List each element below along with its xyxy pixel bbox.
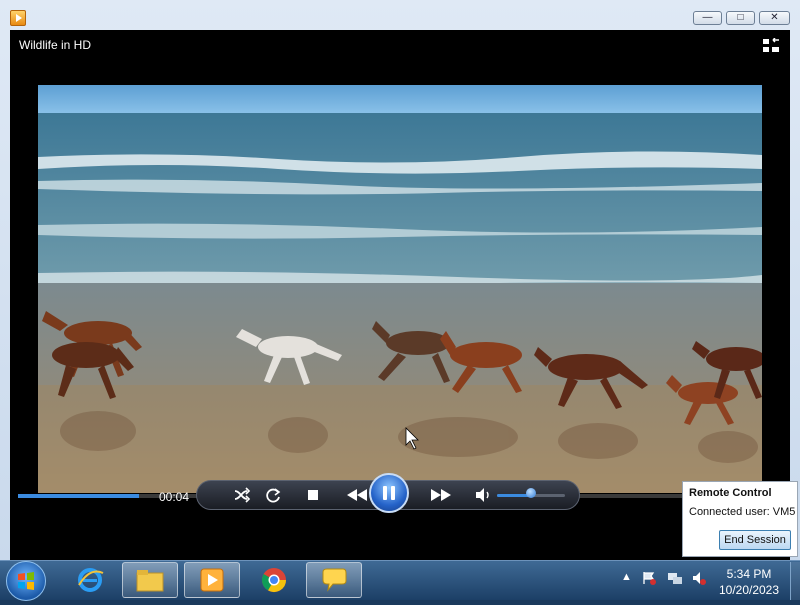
media-player-app-icon	[10, 10, 26, 26]
repeat-icon[interactable]	[263, 484, 283, 506]
maximize-button[interactable]: □	[726, 11, 755, 25]
remote-control-title: Remote Control	[689, 487, 772, 499]
volume-knob[interactable]	[526, 488, 536, 498]
clock-date: 10/20/2023	[718, 583, 780, 597]
window-titlebar[interactable]: — □ ✕	[0, 0, 800, 30]
taskbar-file-explorer[interactable]	[122, 562, 178, 598]
taskbar-internet-explorer[interactable]	[62, 562, 118, 598]
chat-icon	[322, 568, 347, 592]
taskbar-media-player[interactable]	[184, 562, 240, 598]
taskbar-chrome[interactable]	[246, 562, 302, 598]
end-session-button[interactable]: End Session	[719, 530, 791, 550]
show-desktop-button[interactable]	[790, 562, 800, 600]
clock-time: 5:34 PM	[726, 567, 772, 581]
action-center-flag-icon[interactable]	[641, 570, 657, 586]
pause-button[interactable]	[369, 473, 409, 513]
chrome-icon	[261, 568, 286, 593]
previous-icon[interactable]	[344, 484, 370, 506]
start-button[interactable]	[6, 561, 46, 601]
internet-explorer-icon	[78, 568, 104, 592]
stop-icon[interactable]	[304, 484, 322, 506]
switch-to-library-icon[interactable]	[762, 38, 780, 54]
file-explorer-icon	[136, 570, 164, 592]
taskbar-chat[interactable]	[306, 562, 362, 598]
remote-control-popup: Remote Control Connected user: VM5 End S…	[682, 481, 798, 557]
elapsed-time: 00:04	[159, 490, 190, 504]
volume-muted-icon[interactable]	[691, 570, 707, 586]
volume-icon[interactable]	[473, 484, 493, 506]
connected-user-label: Connected user: VM5	[689, 506, 796, 518]
media-player-window: — □ ✕ Wildlife in HD 00:04	[0, 0, 800, 560]
next-icon[interactable]	[428, 484, 454, 506]
minimize-button[interactable]: —	[693, 11, 722, 25]
windows-logo-icon	[18, 572, 34, 590]
close-button[interactable]: ✕	[759, 11, 790, 25]
video-title: Wildlife in HD	[19, 38, 92, 52]
video-frame[interactable]	[38, 85, 762, 493]
seek-progress	[18, 494, 139, 498]
media-player-icon	[200, 568, 224, 592]
show-hidden-icons[interactable]: ▲	[621, 571, 632, 583]
taskbar-clock[interactable]: 5:34 PM 10/20/2023	[714, 566, 784, 598]
network-icon[interactable]	[667, 570, 683, 586]
shuffle-icon[interactable]	[232, 484, 252, 506]
